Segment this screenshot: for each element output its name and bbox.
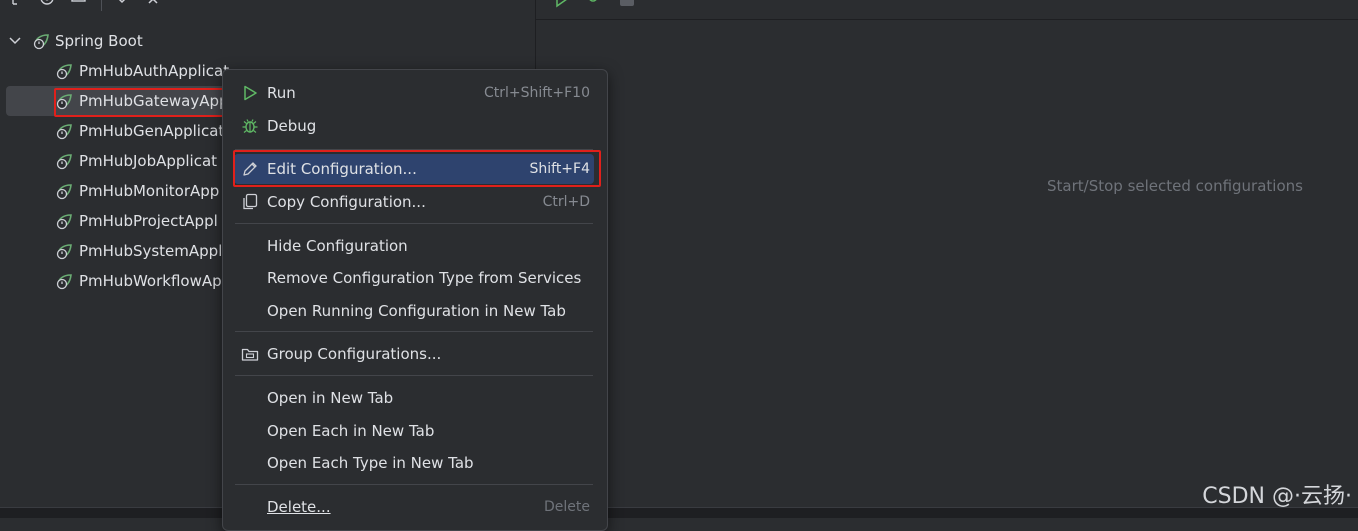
tree-group-label: Spring Boot <box>55 32 143 50</box>
menu-separator <box>235 484 593 485</box>
tree-item-system[interactable]: PmHubSystemAppl <box>55 239 235 263</box>
context-menu: Run Ctrl+Shift+F10 Debug Edit Configurat… <box>222 69 608 531</box>
menu-item-label: Remove Configuration Type from Services <box>267 269 582 287</box>
menu-item-open-running-configuration[interactable]: Open Running Configuration in New Tab <box>234 296 594 326</box>
tree-item-label: PmHubMonitorApp <box>79 182 220 200</box>
menu-item-copy-configuration[interactable]: Copy Configuration... Ctrl+D <box>234 187 594 217</box>
selected-item-annotation <box>54 88 229 117</box>
menu-item-debug[interactable]: Debug <box>234 111 594 141</box>
spring-boot-icon <box>56 154 72 170</box>
menu-separator <box>235 223 593 224</box>
details-toolbar <box>536 0 1358 20</box>
spring-boot-icon <box>56 274 72 290</box>
menu-item-label: Run <box>267 84 296 102</box>
spring-boot-icon <box>56 64 72 80</box>
menu-item-label: Copy Configuration... <box>267 193 426 211</box>
menu-item-label: Debug <box>267 117 317 135</box>
menu-item-label: Hide Configuration <box>267 237 408 255</box>
watermark: CSDN @·云扬· <box>1202 484 1352 509</box>
tree-item-project[interactable]: PmHubProjectAppl <box>55 209 235 233</box>
stop-icon[interactable] <box>620 0 634 6</box>
spring-boot-icon <box>56 214 72 230</box>
tree-item-label: PmHubSystemAppl <box>79 242 223 260</box>
spring-boot-icon <box>56 244 72 260</box>
edit-configuration-annotation <box>233 150 601 187</box>
menu-item-label: Open in New Tab <box>267 389 394 407</box>
tree-item-gen[interactable]: PmHubGenApplicat <box>55 119 235 143</box>
menu-item-run[interactable]: Run Ctrl+Shift+F10 <box>234 78 594 108</box>
run-icon <box>244 85 257 101</box>
menu-item-delete[interactable]: Delete... Delete <box>234 492 594 522</box>
tree-group-spring-boot[interactable]: Spring Boot <box>8 29 208 53</box>
group-folder-icon <box>241 348 259 361</box>
spring-boot-icon <box>56 124 72 140</box>
tree-item-job[interactable]: PmHubJobApplicat <box>55 149 235 173</box>
tree-item-label: PmHubWorkflowAp <box>79 272 222 290</box>
menu-item-shortcut: Delete <box>544 499 590 515</box>
menu-item-label: Group Configurations... <box>267 345 442 363</box>
run-icon[interactable] <box>554 0 570 8</box>
menu-item-label: Open Each in New Tab <box>267 422 435 440</box>
menu-item-group-configurations[interactable]: Group Configurations... <box>234 339 594 369</box>
empty-state-hint: Start/Stop selected configurations <box>1047 177 1303 195</box>
status-strip <box>0 507 1358 518</box>
spring-boot-icon <box>33 34 49 50</box>
tree-item-label: PmHubAuthApplicat <box>79 62 230 80</box>
menu-item-label: Open Each Type in New Tab <box>267 454 474 472</box>
tree-item-monitor[interactable]: PmHubMonitorApp <box>55 179 235 203</box>
tree-item-label: PmHubGenApplicat <box>79 122 225 140</box>
debug-icon <box>242 119 258 133</box>
tree-item-label: PmHubProjectAppl <box>79 212 218 230</box>
debug-icon[interactable] <box>585 0 601 8</box>
menu-item-open-each-in-new-tab[interactable]: Open Each in New Tab <box>234 416 594 446</box>
tree-item-auth[interactable]: PmHubAuthApplicat <box>55 59 235 83</box>
menu-item-open-each-type-in-new-tab[interactable]: Open Each Type in New Tab <box>234 448 594 478</box>
tree-item-label: PmHubJobApplicat <box>79 152 218 170</box>
menu-item-label: Delete... <box>267 498 331 516</box>
copy-icon <box>243 193 258 210</box>
menu-separator <box>235 375 593 376</box>
spring-boot-icon <box>56 184 72 200</box>
menu-item-shortcut: Ctrl+D <box>542 194 590 210</box>
menu-item-shortcut: Ctrl+Shift+F10 <box>483 85 590 101</box>
menu-item-label: Open Running Configuration in New Tab <box>267 302 566 320</box>
tree-item-workflow[interactable]: PmHubWorkflowAp <box>55 269 235 293</box>
menu-separator <box>235 331 593 332</box>
details-panel: Start/Stop selected configurations <box>536 0 1358 507</box>
chevron-down-icon[interactable] <box>8 35 22 47</box>
menu-item-remove-configuration-type[interactable]: Remove Configuration Type from Services <box>234 263 594 293</box>
menu-item-open-in-new-tab[interactable]: Open in New Tab <box>234 383 594 413</box>
menu-item-hide-configuration[interactable]: Hide Configuration <box>234 231 594 261</box>
